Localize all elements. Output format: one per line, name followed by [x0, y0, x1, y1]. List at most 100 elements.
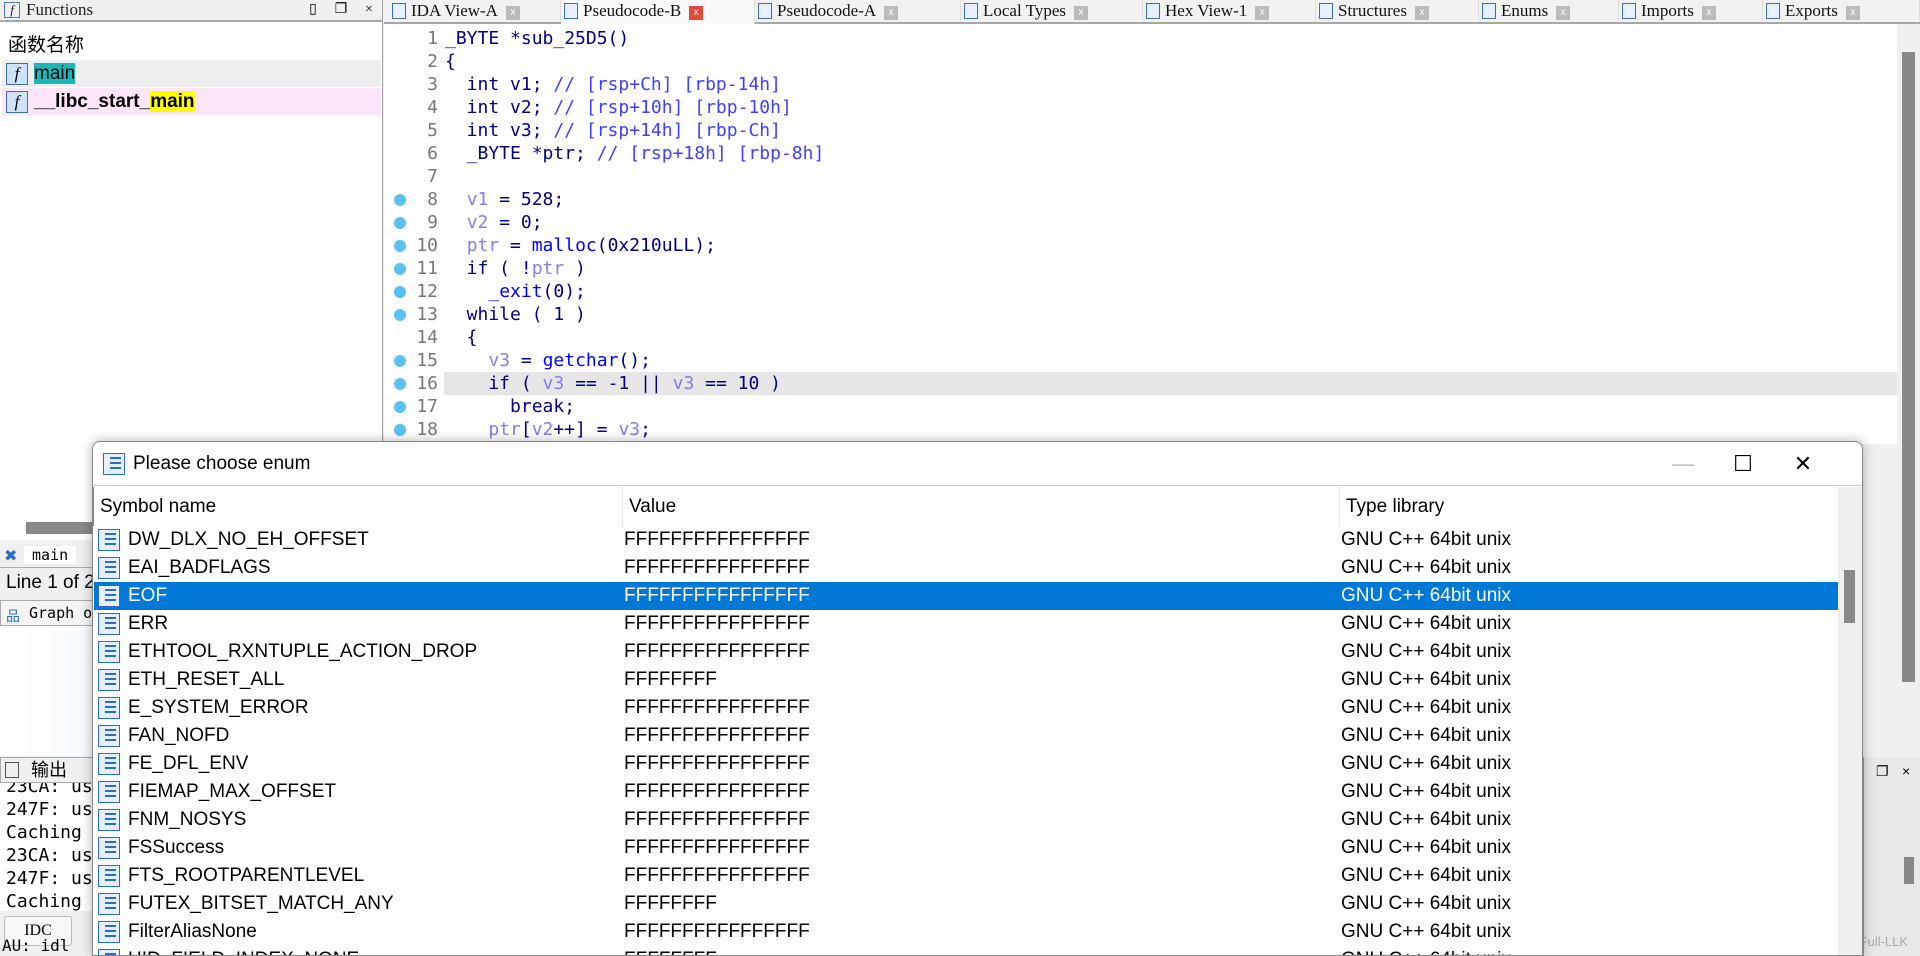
line-number: 18 — [416, 419, 438, 440]
enum-row[interactable]: FNM_NOSYS FFFFFFFFFFFFFFFF GNU C++ 64bit u… — [94, 806, 1838, 834]
code-line[interactable]: 3 int v1; // [rsp+Ch] [rbp-14h] — [384, 73, 1897, 96]
tab-imports[interactable]: Imports x — [1619, 0, 1763, 22]
enum-row[interactable]: HID_FIELD_INDEX_NONE FFFFFFFF GNU C++ 64bi… — [94, 946, 1838, 955]
enum-icon — [98, 529, 120, 551]
code-line[interactable]: 13 while ( 1 ) — [384, 303, 1897, 326]
enum-row[interactable]: E_SYSTEM_ERROR FFFFFFFFFFFFFFFF GNU C++ 64… — [94, 694, 1838, 722]
minimize-button[interactable]: — — [1653, 442, 1713, 486]
type-library: GNU C++ 64bit unix — [1341, 753, 1512, 774]
enum-row[interactable]: EOF FFFFFFFFFFFFFFFF GNU C++ 64bit unix — [94, 582, 1838, 610]
code-line[interactable]: 16 if ( v3 == -1 || v3 == 10 ) — [394, 372, 1897, 395]
code-token: == 10 ) — [694, 373, 781, 394]
code-token: v2 — [531, 419, 554, 440]
type-library: GNU C++ 64bit unix — [1341, 725, 1512, 746]
close-tab-icon[interactable]: x — [884, 6, 899, 20]
code-line[interactable]: 1 _BYTE *sub_25D5() — [384, 27, 1897, 50]
enum-row[interactable]: ETH_RESET_ALL FFFFFFFF GNU C++ 64bit unix — [94, 666, 1838, 694]
restore-icon[interactable]: ❐ — [1876, 763, 1889, 780]
scrollbar-thumb[interactable] — [1844, 570, 1855, 623]
close-tab-icon[interactable]: x — [505, 6, 520, 20]
enum-list-scrollbar[interactable] — [1838, 487, 1862, 955]
scrollbar-thumb[interactable] — [1902, 52, 1915, 682]
pseudocode-view[interactable]: 1 _BYTE *sub_25D5() 2{3 int v1; // [rsp+Ch… — [384, 24, 1897, 444]
enum-value: FFFFFFFF — [624, 669, 717, 690]
tab-pseudocode-a[interactable]: Pseudocode-A x — [755, 0, 961, 22]
code-line[interactable]: 4 int v2; // [rsp+10h] [rbp-10h] — [384, 96, 1897, 119]
tab-hex-view-1[interactable]: Hex View-1 x — [1143, 0, 1316, 22]
enum-row[interactable]: FTS_ROOTPARENTLEVEL FFFFFFFFFFFFFFFF GNU C… — [94, 862, 1838, 890]
tab-structures[interactable]: Structures x — [1316, 0, 1479, 22]
column-header-symbol-name[interactable]: Symbol name — [94, 487, 623, 526]
enum-icon — [98, 585, 120, 607]
tab-pseudocode-b[interactable]: Pseudocode-B x — [561, 0, 755, 24]
restore-icon[interactable]: ❐ — [330, 0, 352, 20]
code-line[interactable]: 2{ — [384, 50, 1897, 73]
code-token: v3 — [618, 419, 641, 440]
column-header-type-library[interactable]: Type library — [1340, 487, 1839, 526]
close-tab-icon[interactable]: x — [689, 6, 704, 20]
code-line[interactable]: 14 { — [384, 326, 1897, 349]
close-tab-icon[interactable]: x — [1845, 6, 1860, 20]
code-line[interactable]: 5 int v3; // [rsp+14h] [rbp-Ch] — [384, 119, 1897, 142]
code-line[interactable]: 10 ptr = malloc(0x210uLL); — [384, 234, 1897, 257]
code-token: _exit — [488, 281, 543, 302]
code-vertical-scrollbar[interactable] — [1897, 24, 1920, 744]
code-line[interactable]: 11 if ( !ptr ) — [384, 257, 1897, 280]
line-number: 6 — [427, 143, 438, 164]
close-icon[interactable]: × — [1902, 763, 1910, 779]
code-text: int v2; // [rsp+10h] [rbp-10h] — [445, 96, 792, 119]
tab-enums[interactable]: Enums x — [1479, 0, 1619, 22]
tab-main[interactable]: main — [24, 546, 77, 564]
enum-row[interactable]: DW_DLX_NO_EH_OFFSET FFFFFFFFFFFFFFFF GNU C… — [94, 526, 1838, 554]
close-tab-icon[interactable]: x — [1701, 6, 1716, 20]
close-tab-icon[interactable]: x — [1074, 6, 1088, 20]
tab-local-types[interactable]: Local Types x — [961, 0, 1143, 22]
enum-row[interactable]: ERR FFFFFFFFFFFFFFFF GNU C++ 64bit unix — [94, 610, 1838, 638]
close-tab-icon[interactable]: x — [1255, 6, 1270, 20]
enum-row[interactable]: FIEMAP_MAX_OFFSET FFFFFFFFFFFFFFFF GNU C++… — [94, 778, 1838, 806]
scrollbar-thumb[interactable] — [1904, 857, 1915, 884]
code-line[interactable]: 12 _exit(0); — [384, 280, 1897, 303]
code-line[interactable]: 7 — [384, 165, 1897, 188]
enum-row[interactable]: ETHTOOL_RXNTUPLE_ACTION_DROP FFFFFFFFFFFF… — [94, 638, 1838, 666]
code-line[interactable]: 15 v3 = getchar(); — [384, 349, 1897, 372]
close-icon[interactable]: × — [358, 0, 380, 20]
tab-exports[interactable]: Exports x — [1763, 0, 1920, 22]
function-name-column-header[interactable]: 函数名称 — [8, 30, 84, 57]
code-token: int v1; — [445, 74, 554, 95]
enum-value: FFFFFFFFFFFFFFFF — [624, 753, 810, 774]
column-header-value[interactable]: Value — [623, 487, 1340, 526]
function-item-libc-start-main[interactable]: f __libc_start_main — [2, 88, 381, 115]
enum-row[interactable]: FilterAliasNone FFFFFFFFFFFFFFFF GNU C++ 6… — [94, 918, 1838, 946]
code-line[interactable]: 9 v2 = 0; — [384, 211, 1897, 234]
maximize-icon[interactable]: ▯ — [302, 0, 324, 20]
type-library: GNU C++ 64bit unix — [1341, 641, 1512, 662]
code-line[interactable]: 18 ptr[v2++] = v3; — [384, 418, 1897, 441]
code-token: int v3; — [445, 120, 554, 141]
symbol-name: FUTEX_BITSET_MATCH_ANY — [128, 893, 394, 914]
tab-ida-view-a[interactable]: IDA View-A x — [389, 0, 561, 22]
enum-row[interactable]: FUTEX_BITSET_MATCH_ANY FFFFFFFF GNU C++ 64… — [94, 890, 1838, 918]
close-tab-icon[interactable]: x — [1414, 6, 1429, 20]
enum-row[interactable]: FSSuccess FFFFFFFFFFFFFFFF GNU C++ 64bit u… — [94, 834, 1838, 862]
code-line[interactable]: 6 _BYTE *ptr; // [rsp+18h] [rbp-8h] — [384, 142, 1897, 165]
function-item-main[interactable]: f main — [2, 60, 381, 87]
type-library: GNU C++ 64bit unix — [1341, 669, 1512, 690]
code-text: { — [445, 50, 456, 73]
code-line[interactable]: 17 break; — [384, 395, 1897, 418]
enum-row[interactable]: FAN_NOFD FFFFFFFFFFFFFFFF GNU C++ 64bit un… — [94, 722, 1838, 750]
symbol-name: FAN_NOFD — [128, 725, 230, 746]
code-text: { — [445, 326, 478, 349]
close-tab-icon[interactable]: x — [1556, 6, 1571, 20]
enum-row[interactable]: FE_DFL_ENV FFFFFFFFFFFFFFFF GNU C++ 64bit … — [94, 750, 1838, 778]
code-line[interactable]: 8 v1 = 528; — [384, 188, 1897, 211]
dialog-title-bar[interactable]: Please choose enum — ☐ ✕ — [93, 442, 1862, 486]
line-number: 14 — [416, 327, 438, 348]
close-tab-icon[interactable]: ✖ — [4, 546, 17, 566]
code-token: ptr — [466, 235, 500, 256]
code-token: == -1 || — [564, 373, 673, 394]
maximize-button[interactable]: ☐ — [1713, 442, 1773, 486]
enum-row[interactable]: EAI_BADFLAGS FFFFFFFFFFFFFFFF GNU C++ 64bi… — [94, 554, 1838, 582]
close-button[interactable]: ✕ — [1773, 442, 1833, 486]
